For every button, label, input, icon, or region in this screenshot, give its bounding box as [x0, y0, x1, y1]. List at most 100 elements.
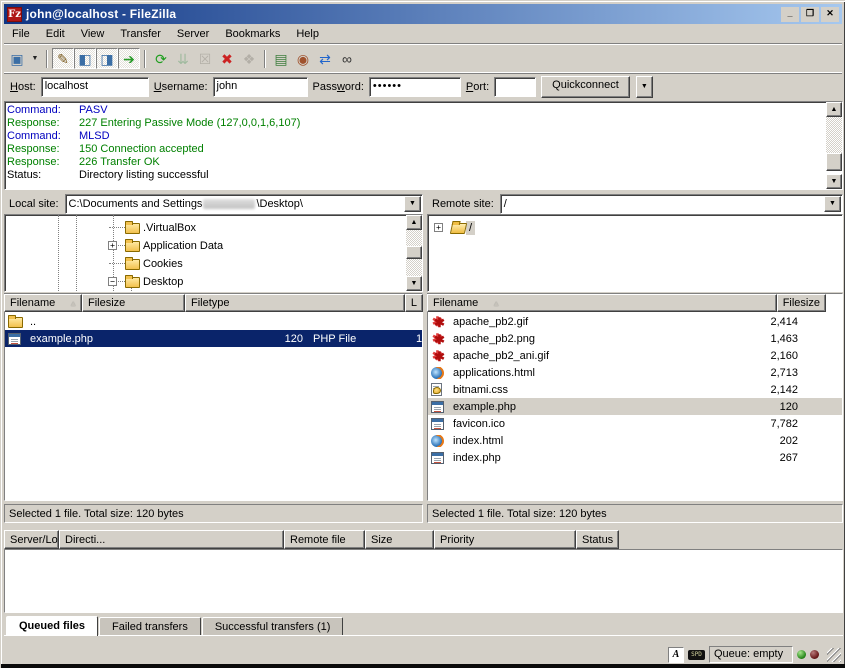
scroll-down-button[interactable]: ▼ [826, 174, 842, 189]
scroll-thumb[interactable] [406, 246, 422, 259]
title-bar[interactable]: Fz john@localhost - FileZilla _ ❐ ✕ [4, 4, 842, 24]
scroll-up-button[interactable]: ▲ [406, 215, 422, 230]
sync-browsing-button[interactable]: ⇄ [314, 48, 336, 69]
reconnect-button[interactable]: ❖ [238, 48, 260, 69]
file-icon [431, 367, 443, 379]
queue-tab[interactable]: Successful transfers (1) [202, 617, 344, 635]
file-icon [431, 418, 444, 430]
menu-item[interactable]: File [4, 26, 38, 42]
column-header[interactable]: Server/Local file [4, 530, 59, 549]
tree-item[interactable]: + / [428, 219, 475, 236]
file-row[interactable]: example.php 120 [428, 398, 842, 415]
port-input[interactable] [494, 77, 536, 97]
file-row[interactable]: index.html 202 [428, 432, 842, 449]
status-led-green-icon [797, 650, 806, 659]
tree-expander[interactable]: − [108, 277, 117, 286]
tree-expander[interactable]: + [434, 223, 443, 232]
file-row[interactable]: apache_pb2_ani.gif 2,160 [428, 347, 842, 364]
menu-item[interactable]: Edit [38, 26, 73, 42]
menu-item[interactable]: Help [288, 26, 327, 42]
remote-site-label: Remote site: [427, 198, 500, 210]
tree-item[interactable]: .VirtualBox [5, 219, 199, 236]
file-row[interactable]: applications.html 2,713 [428, 364, 842, 381]
quickconnect-dropdown[interactable]: ▼ [636, 76, 653, 98]
cancel-operation-button[interactable]: ☒ [194, 48, 216, 69]
compare-directories-button[interactable]: ◉ [292, 48, 314, 69]
host-input[interactable]: localhost [41, 77, 149, 97]
password-input[interactable]: •••••• [369, 77, 461, 97]
column-header[interactable]: L [405, 294, 423, 312]
local-site-combo[interactable]: C:\Documents and Settings\Desktop\ ▼ [65, 194, 423, 214]
menu-item[interactable]: Transfer [112, 26, 169, 42]
log-line: Command: MLSD [7, 130, 822, 143]
scroll-thumb[interactable] [826, 153, 842, 171]
scroll-down-button[interactable]: ▼ [406, 276, 422, 291]
column-header[interactable]: Filename▲ [4, 294, 82, 312]
queue-list[interactable] [4, 549, 843, 613]
tree-expander[interactable]: + [108, 241, 117, 250]
column-header[interactable]: Priority [434, 530, 576, 549]
log-line: Response: 226 Transfer OK [7, 156, 822, 169]
toolbar-icon: ◨ [100, 52, 113, 66]
tree-item[interactable]: + Application Data [5, 237, 226, 254]
resize-grip[interactable] [827, 648, 841, 662]
toggle-local-tree-button[interactable]: ◧ [74, 48, 96, 69]
process-queue-button[interactable]: ⇊ [172, 48, 194, 69]
menu-item[interactable]: Server [169, 26, 217, 42]
scroll-up-button[interactable]: ▲ [826, 102, 842, 117]
quickconnect-bar: Host: localhost Username: john Password:… [4, 73, 842, 99]
maximize-button[interactable]: ❐ [801, 7, 819, 22]
remote-site-combo[interactable]: / ▼ [500, 194, 843, 214]
file-row[interactable]: .. [5, 313, 422, 330]
local-tree-scrollbar[interactable]: ▲ ▼ [406, 215, 422, 291]
toolbar-icon: ➔ [123, 52, 135, 66]
local-site-row: Local site: C:\Documents and Settings\De… [4, 193, 423, 214]
combo-dropdown-icon[interactable]: ▼ [404, 196, 421, 212]
menu-item[interactable]: Bookmarks [217, 26, 288, 42]
remote-site-row: Remote site: / ▼ [427, 193, 843, 214]
close-button[interactable]: ✕ [821, 7, 839, 22]
quickconnect-button[interactable]: Quickconnect [541, 76, 630, 98]
column-header[interactable]: Status [576, 530, 619, 549]
column-header[interactable]: Filetype [185, 294, 405, 312]
file-row[interactable]: apache_pb2.png 1,463 [428, 330, 842, 347]
refresh-button[interactable]: ⟳ [150, 48, 172, 69]
queue-tab[interactable]: Failed transfers [99, 617, 201, 635]
find-files-button[interactable]: ∞ [336, 48, 358, 69]
queue-tab[interactable]: Queued files [6, 616, 98, 636]
tree-item[interactable]: − Desktop [5, 273, 186, 290]
speed-limit-icon[interactable]: SPD [688, 650, 705, 660]
site-manager-button[interactable]: ▣ [6, 48, 28, 69]
window-bottom-edge [1, 664, 845, 668]
filezilla-logo-icon: Fz [7, 7, 22, 22]
username-input[interactable]: john [213, 77, 308, 97]
toggle-log-button[interactable]: ✎ [52, 48, 74, 69]
site-manager-dropdown[interactable]: ▼ [28, 48, 42, 69]
disconnect-button[interactable]: ✖ [216, 48, 238, 69]
local-file-list: .. example.php 120 PHP File 1 [4, 293, 423, 501]
file-row[interactable]: index.php 267 [428, 449, 842, 466]
file-row[interactable]: apache_pb2.gif 2,414 [428, 313, 842, 330]
column-header[interactable]: Filesize [82, 294, 185, 312]
column-header[interactable]: Remote file [284, 530, 365, 549]
log-line: Response: 227 Entering Passive Mode (127… [7, 117, 822, 130]
host-label: Host: [10, 81, 36, 93]
toggle-remote-tree-button[interactable]: ◨ [96, 48, 118, 69]
remote-file-list: apache_pb2.gif 2,414 apache_pb2.png 1,46… [427, 293, 843, 501]
column-header[interactable]: Filesize [777, 294, 826, 312]
file-row[interactable]: example.php 120 PHP File 1 [5, 330, 422, 347]
log-scrollbar[interactable]: ▲ ▼ [826, 102, 842, 189]
column-header[interactable]: Directi... [59, 530, 284, 549]
column-header[interactable]: Size [365, 530, 434, 549]
file-row[interactable]: bitnami.css 2,142 [428, 381, 842, 398]
column-header[interactable]: Filename▲ [427, 294, 777, 312]
file-row[interactable]: favicon.ico 7,782 [428, 415, 842, 432]
tree-item[interactable]: Cookies [5, 255, 186, 272]
minimize-button[interactable]: _ [781, 7, 799, 22]
toggle-queue-button[interactable]: ➔ [118, 48, 140, 69]
log-line: Command: PASV [7, 104, 822, 117]
toolbar-icon: ⟳ [155, 52, 167, 66]
filter-button[interactable]: ▤ [270, 48, 292, 69]
combo-dropdown-icon[interactable]: ▼ [824, 196, 841, 212]
menu-item[interactable]: View [73, 26, 113, 42]
